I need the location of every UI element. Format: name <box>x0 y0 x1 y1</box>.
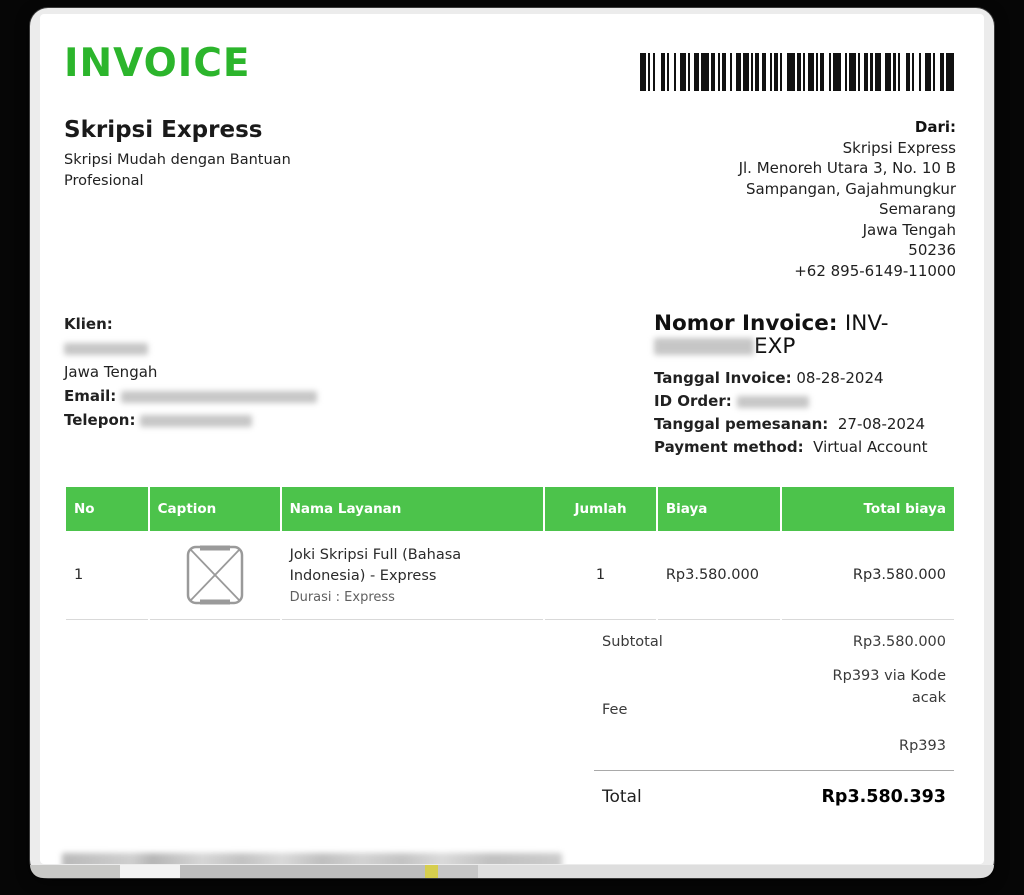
from-line: +62 895-6149-11000 <box>739 261 956 282</box>
company-name: Skripsi Express <box>64 117 314 143</box>
horizontal-scrollbar[interactable] <box>30 865 994 878</box>
subtotal-row: Subtotal Rp3.580.000 <box>594 620 954 660</box>
fee-note: Rp393 via Kode acak <box>826 666 946 710</box>
invoice-meta-block: Nomor Invoice: INV- EXP Tanggal Invoice:… <box>654 313 956 459</box>
total-label: Total <box>602 787 642 807</box>
client-region: Jawa Tengah <box>64 361 317 384</box>
item-qty: 1 <box>545 531 656 620</box>
page-title: INVOICE <box>64 44 251 85</box>
fee-value: Rp393 <box>826 738 946 754</box>
order-date-line: Tanggal pemesanan: 27-08-2024 <box>654 413 956 436</box>
item-service-cell: Joki Skripsi Full (Bahasa Indonesia) - E… <box>282 531 544 620</box>
client-phone-label: Telepon: <box>64 411 135 429</box>
item-service-duration: Durasi : Express <box>290 590 536 605</box>
client-email-label: Email: <box>64 387 116 405</box>
table-row: 1 Joki Skripsi Full (Bahasa Indo <box>66 531 954 620</box>
invoice-page: INVOICE Skripsi Express Skripsi Mudah de… <box>40 14 984 864</box>
client-phone-redacted <box>140 415 252 427</box>
item-service-name: Joki Skripsi Full (Bahasa Indonesia) - E… <box>290 545 536 587</box>
company-tagline: Skripsi Mudah dengan Bantuan Profesional <box>64 150 314 192</box>
company-block: Skripsi Express Skripsi Mudah dengan Ban… <box>64 117 314 281</box>
broken-image-icon <box>186 545 244 605</box>
sender-block: Dari: Skripsi Express Jl. Menoreh Utara … <box>739 117 956 281</box>
from-line: Jawa Tengah <box>739 220 956 241</box>
item-price: Rp3.580.000 <box>658 531 780 620</box>
col-header-total-biaya: Total biaya <box>782 487 954 531</box>
client-block: Klien: Jawa Tengah Email: Telepon: <box>64 313 317 459</box>
table-header-row: No Caption Nama Layanan Jumlah Biaya Tot… <box>66 487 954 531</box>
from-line: Jl. Menoreh Utara 3, No. 10 B <box>739 158 956 179</box>
invoice-number: Nomor Invoice: INV- EXP <box>654 313 956 358</box>
col-header-biaya: Biaya <box>658 487 780 531</box>
summary-block: Subtotal Rp3.580.000 Fee Rp393 via Kode … <box>594 620 954 807</box>
col-header-caption: Caption <box>150 487 280 531</box>
from-line: 50236 <box>739 240 956 261</box>
col-header-nama-layanan: Nama Layanan <box>282 487 544 531</box>
payment-method-line: Payment method: Virtual Account <box>654 436 956 459</box>
from-line: Sampangan, Gajahmungkur <box>739 179 956 200</box>
col-header-jumlah: Jumlah <box>545 487 656 531</box>
from-label: Dari: <box>739 117 956 138</box>
total-value: Rp3.580.393 <box>821 787 946 807</box>
subtotal-label: Subtotal <box>602 634 663 650</box>
barcode-icon <box>640 53 956 91</box>
document-window: INVOICE Skripsi Express Skripsi Mudah de… <box>30 8 994 878</box>
order-id-line: ID Order: <box>654 390 956 413</box>
fee-label: Fee <box>602 702 627 718</box>
item-caption-cell <box>150 531 280 620</box>
from-line: Skripsi Express <box>739 138 956 159</box>
invoice-date-line: Tanggal Invoice: 08-28-2024 <box>654 367 956 390</box>
subtotal-value: Rp3.580.000 <box>853 634 946 650</box>
item-total: Rp3.580.000 <box>782 531 954 620</box>
from-line: Semarang <box>739 199 956 220</box>
footer-text-redacted <box>62 853 562 864</box>
total-row: Total Rp3.580.393 <box>594 770 954 807</box>
col-header-no: No <box>66 487 148 531</box>
client-label: Klien: <box>64 313 317 336</box>
client-name-redacted <box>64 343 148 355</box>
fee-row: Fee Rp393 via Kode acak Rp393 <box>594 660 954 770</box>
invoice-number-redacted <box>654 338 754 355</box>
items-table: No Caption Nama Layanan Jumlah Biaya Tot… <box>64 487 956 620</box>
order-id-redacted <box>737 396 809 408</box>
client-email-redacted <box>121 391 317 403</box>
item-no: 1 <box>66 531 148 620</box>
invoice-header: INVOICE <box>64 44 956 91</box>
